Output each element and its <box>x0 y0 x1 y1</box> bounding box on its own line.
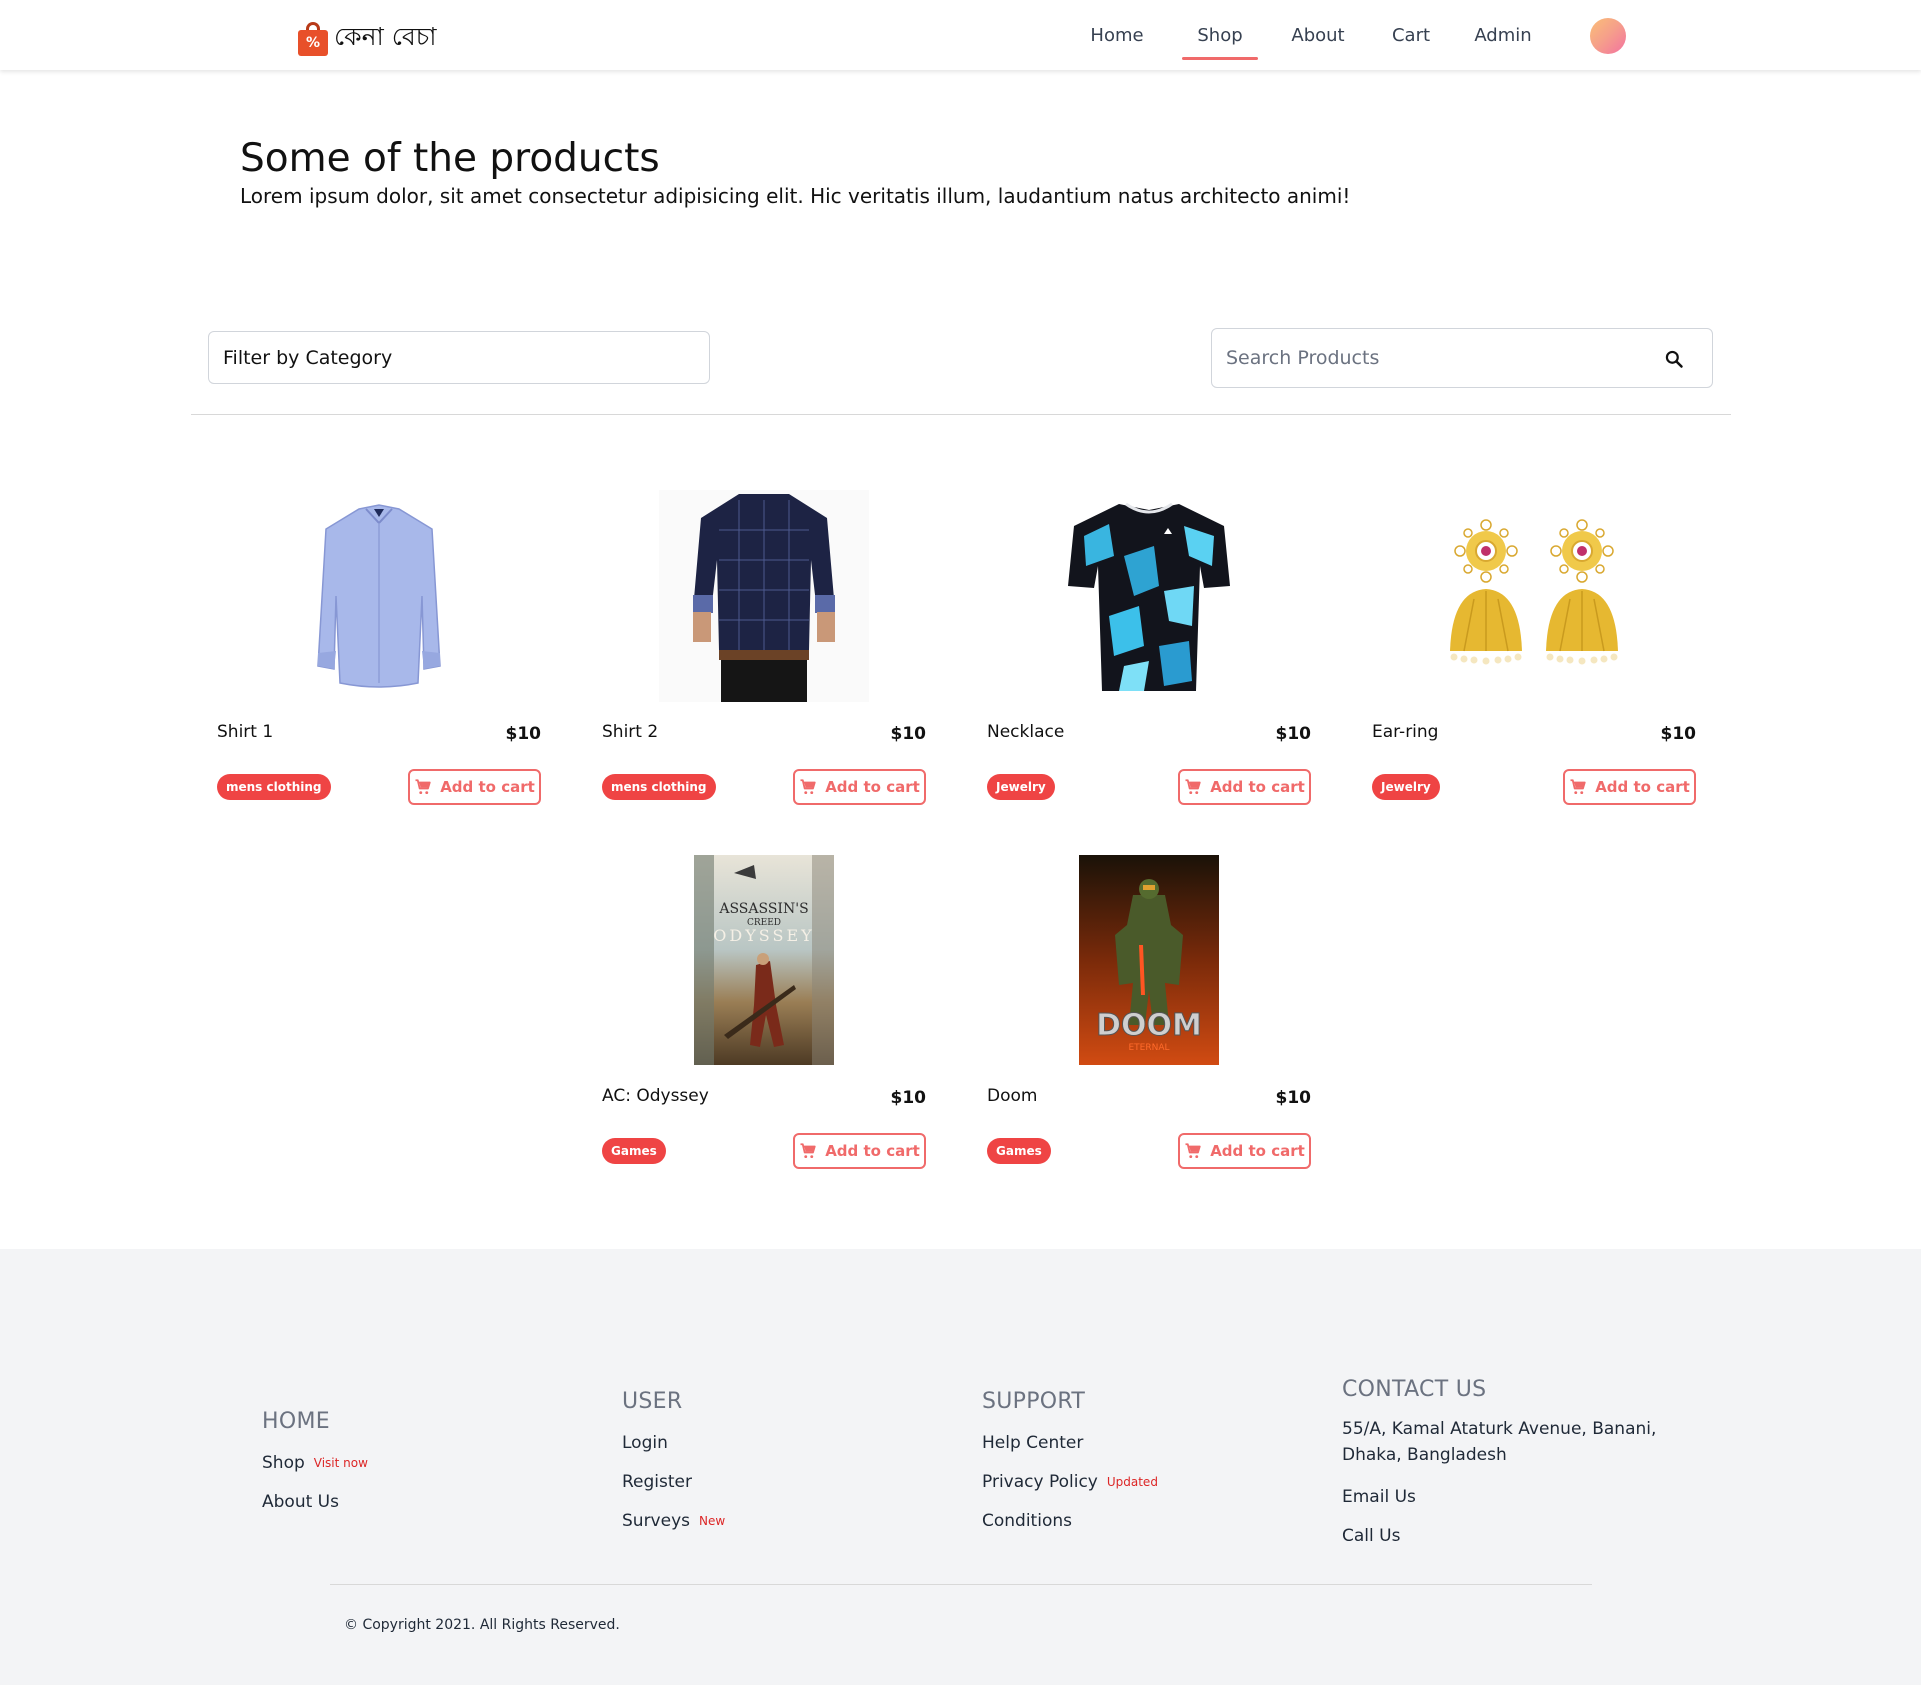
footer-heading: HOME <box>262 1409 330 1434</box>
search-box <box>1211 328 1713 388</box>
footer-link-conditions[interactable]: Conditions <box>982 1511 1158 1531</box>
copyright-text: © Copyright 2021. All Rights Reserved. <box>344 1617 620 1633</box>
footer-link-email-us[interactable]: Email Us <box>1342 1487 1662 1507</box>
footer-link-tag: Visit now <box>313 1456 368 1470</box>
product-price: $10 <box>1660 724 1697 744</box>
add-to-cart-button[interactable]: Add to cart <box>408 769 541 805</box>
footer-link-call-us[interactable]: Call Us <box>1342 1526 1662 1546</box>
category-badge: mens clothing <box>217 774 331 800</box>
product-card: Necklace $10 Jewelry Add to cart <box>979 490 1319 820</box>
footer-link-register[interactable]: Register <box>622 1472 725 1492</box>
nav-shop[interactable]: Shop <box>1182 0 1258 70</box>
add-to-cart-button[interactable]: Add to cart <box>793 769 926 805</box>
product-price: $10 <box>1275 1088 1312 1108</box>
footer-link-help-center[interactable]: Help Center <box>982 1433 1158 1453</box>
cart-icon <box>1185 779 1201 795</box>
footer-contact-column: CONTACT US 55/A, Kamal Ataturk Avenue, B… <box>1342 1377 1662 1546</box>
product-card: DOOM ETERNAL Doom $10 Games Add to cart <box>979 854 1319 1184</box>
search-input[interactable] <box>1226 329 1626 387</box>
top-navbar: % কেনা বেচা Home Shop About Cart Admin <box>0 0 1921 70</box>
site-footer: HOME Shop Visit now About Us USER Login R… <box>0 1249 1921 1685</box>
category-badge: Jewelry <box>1372 774 1440 800</box>
product-price: $10 <box>890 1088 927 1108</box>
main-nav: Home Shop About Cart Admin <box>1076 0 1540 70</box>
add-to-cart-button[interactable]: Add to cart <box>1178 1133 1311 1169</box>
product-price: $10 <box>890 724 927 744</box>
cover-title-line1: ASSASSIN'S <box>718 901 808 917</box>
add-to-cart-label: Add to cart <box>825 778 920 796</box>
add-to-cart-label: Add to cart <box>440 778 535 796</box>
footer-link-shop[interactable]: Shop Visit now <box>262 1453 368 1473</box>
footer-user-column: USER Login Register Surveys New <box>622 1389 725 1531</box>
footer-heading: CONTACT US <box>1342 1377 1487 1402</box>
footer-link-surveys[interactable]: Surveys New <box>622 1511 725 1531</box>
add-to-cart-button[interactable]: Add to cart <box>1178 769 1311 805</box>
footer-heading: USER <box>622 1389 683 1414</box>
product-image[interactable] <box>209 490 549 702</box>
category-filter[interactable]: Filter by Category <box>208 331 710 384</box>
cover-title-line1: DOOM <box>1096 1008 1202 1043</box>
product-image[interactable]: ASSASSIN'S CREED ODYSSEY <box>594 854 934 1066</box>
category-filter-label: Filter by Category <box>223 346 393 369</box>
product-name[interactable]: Ear-ring <box>1372 722 1438 742</box>
product-name[interactable]: Shirt 2 <box>602 722 658 742</box>
nav-cart[interactable]: Cart <box>1378 0 1444 70</box>
section-divider <box>191 414 1731 415</box>
product-image[interactable]: DOOM ETERNAL <box>979 854 1319 1066</box>
nav-admin[interactable]: Admin <box>1466 0 1540 70</box>
add-to-cart-button[interactable]: Add to cart <box>793 1133 926 1169</box>
category-badge: Jewelry <box>987 774 1055 800</box>
shopping-bag-icon: % <box>298 21 328 56</box>
footer-heading: SUPPORT <box>982 1389 1086 1414</box>
product-image[interactable] <box>1364 490 1704 702</box>
footer-link-login[interactable]: Login <box>622 1433 725 1453</box>
cart-icon <box>415 779 431 795</box>
footer-link-tag: New <box>699 1514 726 1528</box>
cart-icon <box>800 779 816 795</box>
add-to-cart-label: Add to cart <box>825 1142 920 1160</box>
product-card: Shirt 1 $10 mens clothing Add to cart <box>209 490 549 820</box>
page-title: Some of the products <box>240 136 660 181</box>
product-name[interactable]: Necklace <box>987 722 1064 742</box>
product-image[interactable] <box>979 490 1319 702</box>
cover-title-line2: ETERNAL <box>1128 1043 1169 1053</box>
footer-home-column: HOME Shop Visit now About Us <box>262 1409 368 1512</box>
product-price: $10 <box>1275 724 1312 744</box>
page-subtitle: Lorem ipsum dolor, sit amet consectetur … <box>240 184 1351 208</box>
contact-address: 55/A, Kamal Ataturk Avenue, Banani, Dhak… <box>1342 1419 1657 1465</box>
cart-icon <box>1185 1143 1201 1159</box>
footer-support-column: SUPPORT Help Center Privacy Policy Update… <box>982 1389 1158 1531</box>
product-card: ASSASSIN'S CREED ODYSSEY AC: Odyssey $10… <box>594 854 934 1184</box>
product-card: Shirt 2 $10 mens clothing Add to cart <box>594 490 934 820</box>
brand-name: কেনা বেচা <box>334 22 437 51</box>
product-name[interactable]: AC: Odyssey <box>602 1086 709 1106</box>
category-badge: Games <box>602 1138 666 1164</box>
cart-icon <box>1570 779 1586 795</box>
footer-divider <box>330 1584 1592 1585</box>
cover-title-line3: ODYSSEY <box>713 926 814 945</box>
product-card: Ear-ring $10 Jewelry Add to cart <box>1364 490 1704 820</box>
footer-link-privacy-policy[interactable]: Privacy Policy Updated <box>982 1472 1158 1492</box>
cart-icon <box>800 1143 816 1159</box>
category-badge: mens clothing <box>602 774 716 800</box>
user-avatar[interactable] <box>1590 18 1626 54</box>
product-price: $10 <box>505 724 542 744</box>
category-badge: Games <box>987 1138 1051 1164</box>
add-to-cart-label: Add to cart <box>1595 778 1690 796</box>
nav-home[interactable]: Home <box>1076 0 1158 70</box>
nav-about[interactable]: About <box>1280 0 1356 70</box>
add-to-cart-button[interactable]: Add to cart <box>1563 769 1696 805</box>
footer-link-about-us[interactable]: About Us <box>262 1492 368 1512</box>
product-name[interactable]: Shirt 1 <box>217 722 273 742</box>
product-image[interactable] <box>594 490 934 702</box>
footer-link-tag: Updated <box>1106 1475 1158 1489</box>
add-to-cart-label: Add to cart <box>1210 778 1305 796</box>
product-name[interactable]: Doom <box>987 1086 1037 1106</box>
add-to-cart-label: Add to cart <box>1210 1142 1305 1160</box>
search-icon[interactable] <box>1664 349 1684 369</box>
brand-logo[interactable]: % কেনা বেচা <box>298 17 437 60</box>
